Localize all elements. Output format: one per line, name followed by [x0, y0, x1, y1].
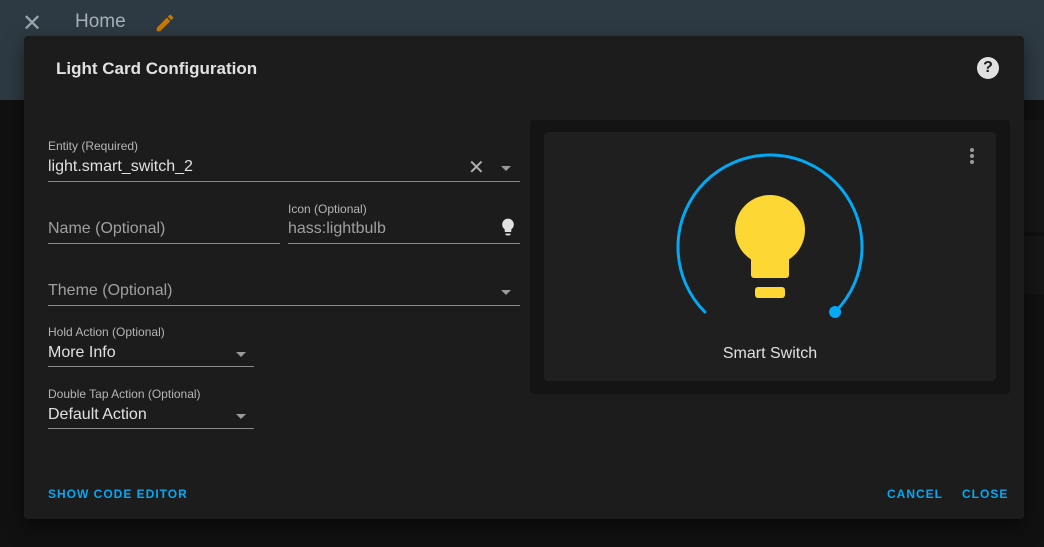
entity-value[interactable]: light.smart_switch_2	[48, 158, 193, 176]
chevron-down-icon[interactable]	[501, 166, 511, 171]
icon-input[interactable]: hass:lightbulb	[288, 220, 386, 238]
cancel-button[interactable]: CANCEL	[887, 487, 943, 501]
dialog-title: Light Card Configuration	[56, 59, 258, 78]
hold-action-select[interactable]: More Info	[48, 344, 116, 362]
hold-action-underline	[48, 366, 254, 367]
close-button[interactable]: CLOSE	[962, 487, 1008, 501]
background-card	[1024, 120, 1044, 232]
close-edit-mode-icon[interactable]: ✕	[20, 12, 44, 36]
theme-select[interactable]: Theme (Optional)	[48, 282, 173, 300]
clear-icon[interactable]: ✕	[468, 155, 485, 180]
chevron-down-icon[interactable]	[236, 352, 246, 357]
chevron-down-icon[interactable]	[236, 414, 246, 419]
lightbulb-icon	[502, 218, 514, 236]
double-tap-underline	[48, 428, 254, 429]
background-card	[1024, 236, 1044, 294]
entity-label: Entity (Required)	[48, 139, 139, 153]
show-code-editor-button[interactable]: SHOW CODE EDITOR	[48, 487, 188, 501]
brightness-handle[interactable]	[829, 306, 842, 319]
entity-underline	[48, 181, 520, 182]
name-input[interactable]: Name (Optional)	[48, 220, 165, 238]
card-preview: Smart Switch	[530, 120, 1010, 394]
icon-underline	[288, 243, 520, 244]
chevron-down-icon[interactable]	[501, 290, 511, 295]
hold-action-label: Hold Action (Optional)	[48, 325, 165, 339]
light-card-config-dialog: Light Card Configuration ? Entity (Requi…	[24, 36, 1024, 519]
pencil-icon[interactable]	[154, 12, 176, 34]
card-name: Smart Switch	[722, 345, 818, 362]
brightness-gauge[interactable]	[544, 132, 996, 381]
double-tap-label: Double Tap Action (Optional)	[48, 387, 201, 401]
lightbulb-icon[interactable]	[735, 195, 805, 298]
theme-underline	[48, 305, 520, 306]
icon-label: Icon (Optional)	[288, 202, 367, 216]
help-icon[interactable]: ?	[977, 57, 999, 79]
view-title: Home	[75, 11, 126, 32]
double-tap-select[interactable]: Default Action	[48, 406, 147, 424]
name-underline	[48, 243, 280, 244]
light-card: Smart Switch	[544, 132, 996, 381]
